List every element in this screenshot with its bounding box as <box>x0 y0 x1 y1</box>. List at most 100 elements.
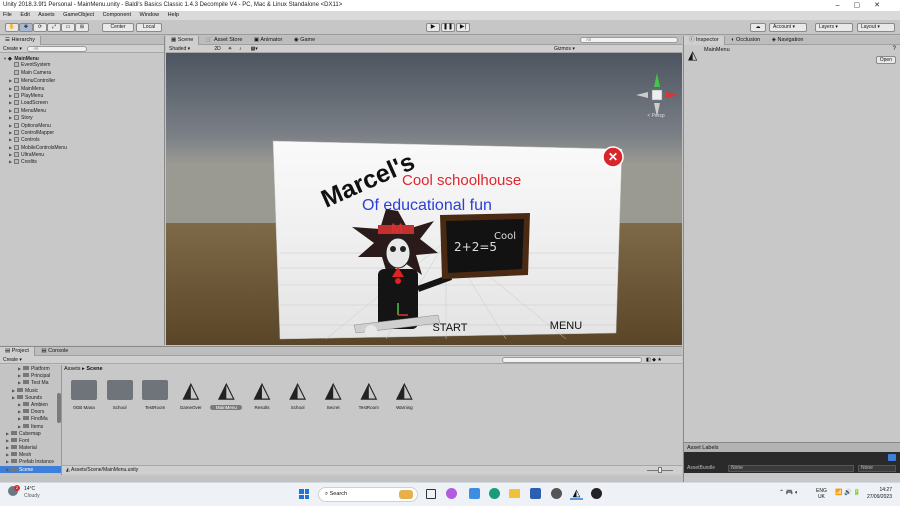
project-tree-item[interactable]: ▶ Mesh <box>0 451 61 458</box>
hierarchy-item[interactable]: ▶ MobileControlsMenu <box>3 144 164 151</box>
project-tree-item[interactable]: ▶ Ambien <box>0 401 61 408</box>
account-dropdown[interactable]: Account ▾ <box>769 23 807 32</box>
breadcrumb-assets[interactable]: Assets <box>64 366 81 372</box>
scale-tool-icon[interactable]: ⤢ <box>47 23 61 32</box>
teams-icon[interactable] <box>469 488 480 499</box>
project-tree-item[interactable]: ▶ FindMa <box>0 415 61 422</box>
scene-search-input[interactable]: All <box>580 37 678 43</box>
pivot-toggle[interactable]: Center <box>102 23 134 32</box>
tab-asset-store[interactable]: 🛒 Asset Store <box>201 36 248 45</box>
rect-tool-icon[interactable]: ▭ <box>61 23 75 32</box>
unity-editor-icon[interactable]: ◭ <box>570 487 583 500</box>
tab-inspector[interactable]: ⓘ Inspector <box>684 36 725 45</box>
hierarchy-item[interactable]: ▶ ControlMapper <box>3 129 164 136</box>
space-toggle[interactable]: Local <box>136 23 162 32</box>
hierarchy-item[interactable]: ▶ MainMenu <box>3 85 164 92</box>
asset-item[interactable]: TestRoom <box>139 377 171 417</box>
tab-hierarchy[interactable]: ☰ Hierarchy <box>0 36 42 45</box>
mode-2d-toggle[interactable]: 2D <box>214 45 226 53</box>
label-tag-icon[interactable] <box>888 454 896 461</box>
pause-icon[interactable]: ❚❚ <box>441 23 455 32</box>
asset-item[interactable]: ◭ MainMenu <box>210 377 243 417</box>
hand-tool-icon[interactable]: ✋ <box>5 23 19 32</box>
menu-file[interactable]: File <box>3 12 12 18</box>
hierarchy-item[interactable]: ▶ Controls <box>3 136 164 143</box>
layers-dropdown[interactable]: Layers ▾ <box>815 23 853 32</box>
asset-item[interactable]: ◭ Secret <box>317 377 349 417</box>
project-tree-item[interactable]: ▶ Sounds <box>0 394 61 401</box>
menu-window[interactable]: Window <box>140 12 160 18</box>
asset-item[interactable]: ◭ School <box>282 377 314 417</box>
asset-variant-dropdown[interactable]: None <box>858 465 896 472</box>
unity-hub-icon[interactable] <box>551 488 562 499</box>
asset-item[interactable]: ◭ TestRoom <box>353 377 385 417</box>
shading-dropdown[interactable]: Shaded ▾ <box>169 45 213 53</box>
project-tree-item[interactable]: ▶ Test Ma <box>0 379 61 386</box>
project-tree-item[interactable]: ▶ Items <box>0 423 61 430</box>
menu-component[interactable]: Component <box>103 12 131 18</box>
hierarchy-item[interactable]: ▶ LoadScreen <box>3 99 164 106</box>
taskbar-search-box[interactable]: ⌕ Search <box>318 487 418 502</box>
filter-icons[interactable]: ◧ ◆ ★ <box>646 356 662 364</box>
hierarchy-item[interactable]: ▶ Story <box>3 114 164 121</box>
system-icons[interactable]: 📶 🔊 🔋 <box>835 489 861 496</box>
move-tool-icon[interactable]: ✥ <box>19 23 33 32</box>
layout-dropdown[interactable]: Layout ▾ <box>857 23 895 32</box>
project-tree-item[interactable]: ▶ Platform <box>0 365 61 372</box>
hierarchy-item[interactable]: ▶ MenuController <box>3 77 164 84</box>
file-explorer-icon[interactable] <box>509 489 520 498</box>
window-controls[interactable]: –▢✕ <box>836 0 894 11</box>
menu-help[interactable]: Help <box>168 12 179 18</box>
tab-animator[interactable]: ▣ Animator <box>249 36 287 45</box>
clock[interactable]: 14:27 27/09/2023 <box>862 487 892 501</box>
hierarchy-scene-row[interactable]: ▼◆ MainMenu <box>3 55 164 62</box>
hierarchy-search-input[interactable]: All <box>27 45 88 52</box>
lighting-icon[interactable]: ☀ <box>228 45 238 53</box>
open-button[interactable]: Open <box>875 56 896 64</box>
asset-item[interactable]: 0GB Mana <box>68 377 100 417</box>
hierarchy-item[interactable]: ▶ OptionsMenu <box>3 122 164 129</box>
obs-icon[interactable] <box>591 488 602 499</box>
menu-gameobject[interactable]: GameObject <box>63 12 94 18</box>
project-search-input[interactable] <box>502 357 642 363</box>
hierarchy-item[interactable]: ▶ UltraMenu <box>3 151 164 158</box>
help-icon[interactable]: ? <box>893 46 896 52</box>
tree-scrollbar[interactable] <box>57 393 61 423</box>
transform-tool-icon[interactable]: ⊞ <box>75 23 89 32</box>
tab-scene[interactable]: ▦ Scene <box>166 36 200 45</box>
tab-console[interactable]: ▤ Console <box>36 347 73 356</box>
project-tree-item[interactable]: ▶ Prefab Instance <box>0 458 61 465</box>
persp-label[interactable]: < Persp <box>647 113 665 119</box>
project-create-button[interactable]: Create <box>3 357 18 363</box>
project-tree-item[interactable]: ▶ Music <box>0 387 61 394</box>
tab-project[interactable]: ▤ Project <box>0 347 35 356</box>
hierarchy-create-button[interactable]: Create <box>3 46 18 52</box>
hierarchy-item[interactable]: ▶ Credits <box>3 158 164 165</box>
rotate-tool-icon[interactable]: ⟳ <box>33 23 47 32</box>
language-indicator[interactable]: ENG UK <box>816 488 827 500</box>
audio-icon[interactable]: ♪ <box>239 45 249 53</box>
effects-icon[interactable]: ▦▾ <box>251 45 261 53</box>
scene-viewport[interactable]: ✕ Marcel's Cool schoolhouse Of education… <box>166 53 682 345</box>
tab-game[interactable]: ◉ Game <box>289 36 320 45</box>
tab-navigation[interactable]: ◈ Navigation <box>767 36 809 45</box>
asset-item[interactable]: School <box>104 377 136 417</box>
asset-item[interactable]: ◭ Results <box>246 377 278 417</box>
project-tree-item[interactable]: ▶ Font <box>0 437 61 444</box>
hierarchy-item[interactable]: ▶ MenuMenu <box>3 107 164 114</box>
project-tree-item[interactable]: ▶ Scene <box>0 465 61 473</box>
project-tree-item[interactable]: ▶ Principal <box>0 372 61 379</box>
edge-icon[interactable] <box>489 488 500 499</box>
project-tree-item[interactable]: ▶ Doors <box>0 408 61 415</box>
gizmos-dropdown[interactable]: Gizmos ▾ <box>554 45 575 53</box>
copilot-icon[interactable] <box>446 488 457 499</box>
breadcrumb-scene[interactable]: Scene <box>86 366 102 372</box>
menu-button[interactable]: MENU <box>550 320 582 332</box>
tray-icons[interactable]: ⌃ 🎮 ◐ <box>779 489 798 496</box>
project-tree-item[interactable]: ▶ Cubemap <box>0 430 61 437</box>
tab-occlusion[interactable]: ◐ Occlusion <box>726 36 765 45</box>
menu-assets[interactable]: Assets <box>38 12 55 18</box>
store-icon[interactable] <box>530 488 541 499</box>
project-tree-item[interactable]: ▶ Material <box>0 444 61 451</box>
hierarchy-item[interactable]: Main Camera <box>3 69 164 77</box>
